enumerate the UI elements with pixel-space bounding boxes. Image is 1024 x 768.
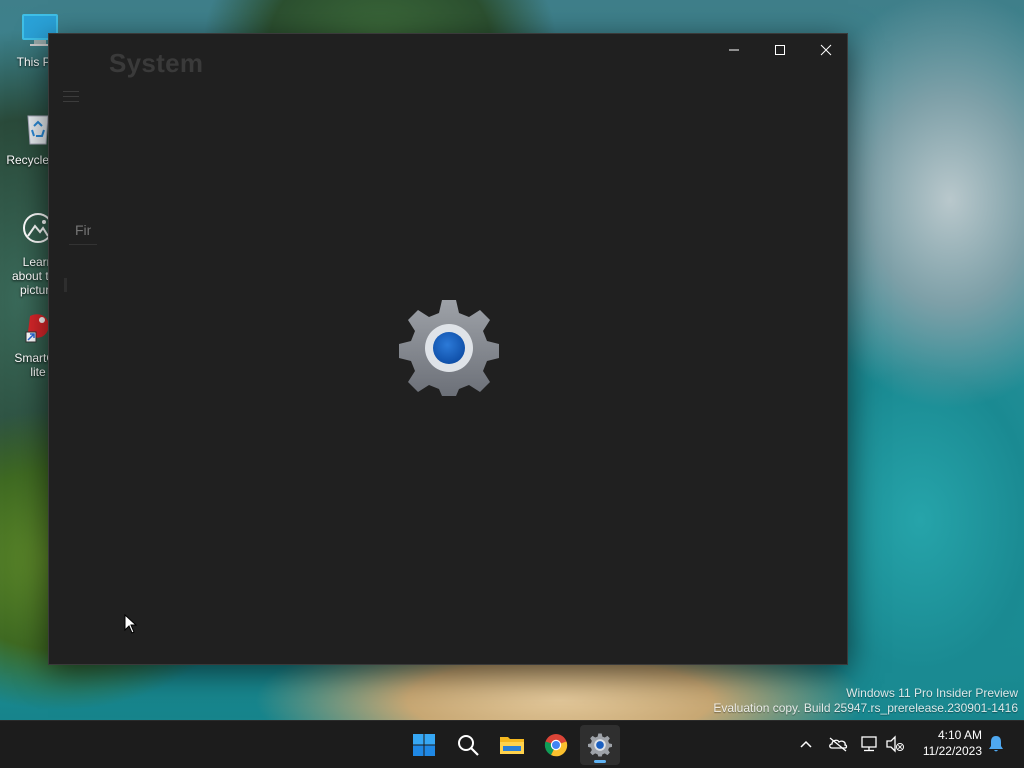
watermark-line2: Evaluation copy. Build 25947.rs_prerelea… [713,701,1018,715]
taskbar: 4:10 AM 11/22/2023 [0,720,1024,768]
network-icon [861,736,877,752]
chevron-up-icon [800,740,812,748]
running-indicator [594,760,606,763]
start-button[interactable] [404,725,444,765]
volume-muted-icon [886,735,904,753]
file-explorer-button[interactable] [492,725,532,765]
search-field[interactable] [69,218,97,245]
nav-selection-indicator [64,278,67,292]
onedrive-button[interactable] [827,733,849,755]
windows-watermark: Windows 11 Pro Insider Preview Evaluatio… [713,686,1018,716]
clock-date: 11/22/2023 [922,744,982,758]
minimize-button[interactable] [711,34,757,66]
close-icon [820,44,832,56]
clock-time: 4:10 AM [937,728,982,742]
maximize-button[interactable] [757,34,803,66]
taskbar-search-button[interactable] [448,725,488,765]
notifications-button[interactable] [985,733,1007,755]
page-title: System [109,48,204,78]
mouse-cursor [124,614,138,634]
settings-taskbar-button[interactable] [580,725,620,765]
settings-window[interactable]: System [48,33,848,665]
show-hidden-icons-button[interactable] [795,733,817,755]
start-icon [413,734,435,756]
network-button[interactable] [858,733,880,755]
settings-icon [588,733,612,757]
maximize-icon [775,45,785,55]
notifications-icon [989,736,1003,752]
chrome-button[interactable] [536,725,576,765]
menu-icon[interactable] [63,91,79,105]
close-button[interactable] [803,34,849,66]
search-icon [458,735,479,756]
onedrive-icon [829,737,848,752]
volume-button[interactable] [884,733,906,755]
watermark-line1: Windows 11 Pro Insider Preview [846,686,1018,700]
settings-gear-icon [399,300,499,396]
search-input[interactable] [69,218,97,242]
clock[interactable]: 4:10 AM 11/22/2023 [923,727,982,759]
minimize-icon [729,49,739,51]
file-explorer-icon [500,737,524,754]
chrome-icon [544,734,568,757]
